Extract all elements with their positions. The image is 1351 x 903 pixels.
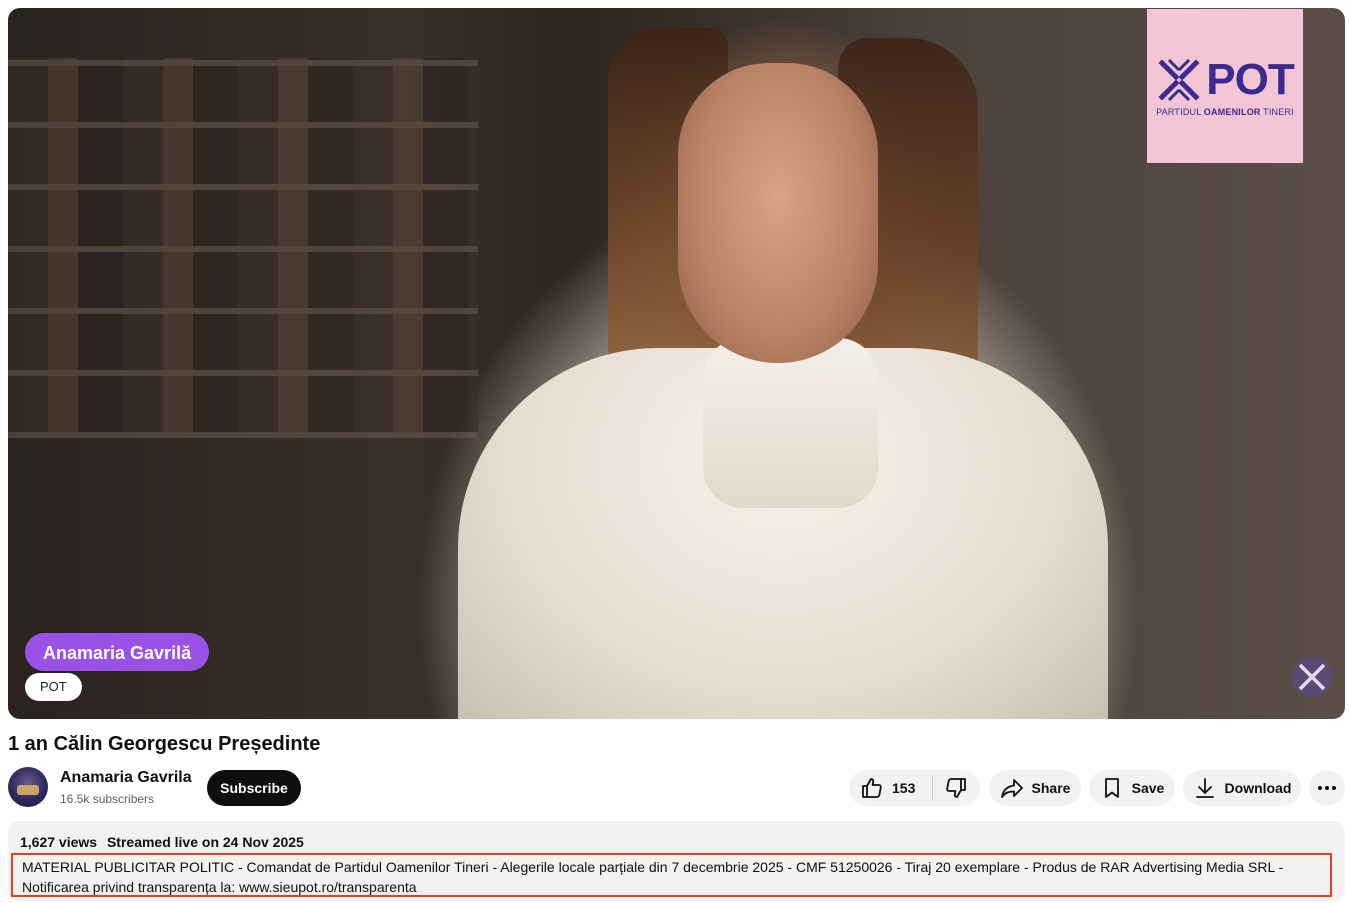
- share-label: Share: [1031, 780, 1071, 796]
- thumbs-up-icon: [862, 778, 882, 798]
- download-button[interactable]: Download: [1183, 770, 1301, 806]
- subscriber-count: 16.5k subscribers: [60, 792, 155, 806]
- video-frame-detail: [703, 338, 878, 508]
- speaker-party-tag: POT: [25, 673, 82, 701]
- bookmark-icon: [1104, 778, 1119, 798]
- background-shelves: [8, 58, 478, 438]
- more-actions-button[interactable]: [1309, 770, 1345, 806]
- more-icon: [1318, 786, 1336, 790]
- pot-x-logo-icon: [1158, 58, 1200, 102]
- thumbs-down-icon: [946, 778, 967, 798]
- share-button[interactable]: Share: [989, 770, 1081, 806]
- description-highlight-box: MATERIAL PUBLICITAR POLITIC - Comandat d…: [11, 853, 1332, 897]
- pot-x-logo-icon: [1292, 657, 1332, 697]
- view-count: 1,627 views: [20, 834, 98, 850]
- save-label: Save: [1131, 780, 1165, 796]
- avatar[interactable]: [8, 767, 48, 807]
- like-button[interactable]: 153: [849, 770, 932, 806]
- logo-text: POT: [1206, 55, 1294, 104]
- channel-watermark-logo: POT PARTIDUL OAMENILOR TINERI: [1147, 9, 1303, 163]
- like-dislike-group: 153: [849, 770, 980, 806]
- download-label: Download: [1224, 780, 1292, 796]
- subscribe-button[interactable]: Subscribe: [207, 770, 301, 806]
- logo-subtitle: PARTIDUL OAMENILOR TINERI: [1156, 107, 1294, 117]
- description-text: MATERIAL PUBLICITAR POLITIC - Comandat d…: [22, 859, 1284, 895]
- download-icon: [1195, 778, 1214, 798]
- description-panel[interactable]: 1,627 views Streamed live on 24 Nov 2025…: [8, 821, 1345, 901]
- share-icon: [1000, 779, 1023, 798]
- channel-name[interactable]: Anamaria Gavrila: [60, 769, 192, 787]
- save-button[interactable]: Save: [1089, 770, 1175, 806]
- stream-date: Streamed live on 24 Nov 2025: [106, 834, 304, 850]
- like-count: 153: [892, 780, 916, 796]
- video-frame-detail: [678, 63, 878, 363]
- video-title: 1 an Călin Georgescu Președinte: [8, 733, 321, 755]
- video-meta: 1,627 views Streamed live on 24 Nov 2025: [20, 834, 310, 850]
- video-player[interactable]: POT PARTIDUL OAMENILOR TINERI Anamaria G…: [8, 8, 1345, 719]
- speaker-name-tag: Anamaria Gavrilă: [25, 633, 210, 671]
- dislike-button[interactable]: [933, 770, 980, 806]
